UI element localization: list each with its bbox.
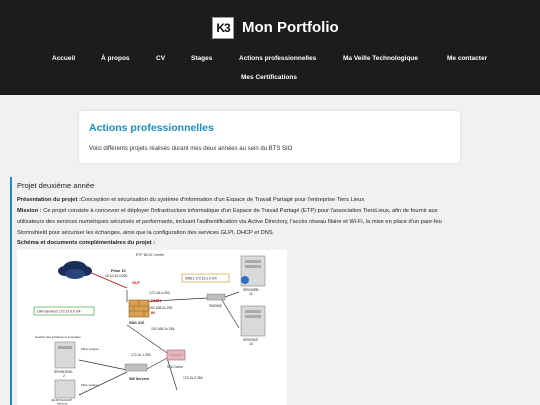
presentation-label: Présentation du projet : <box>17 197 81 203</box>
intro-title: Actions professionnelles <box>89 122 214 134</box>
mission-text-3: Stormshield pour sécuriser les échanges,… <box>17 230 275 236</box>
out-label: OUT <box>132 281 141 285</box>
sw1-ip: 192.168.2x.254 <box>151 327 174 331</box>
nav-cv[interactable]: CV <box>156 55 165 62</box>
lan-box-label: LAN Serveurs 172.2x.0.0 /24 <box>37 310 81 314</box>
site-brand[interactable]: Mon Portfolio <box>242 19 339 36</box>
sw-servers-switch-icon <box>124 363 148 372</box>
presentation-text: Conception et sécurisation du système d'… <box>80 197 365 203</box>
srvad-server-icon <box>54 379 76 399</box>
nav-a-propos[interactable]: À propos <box>101 55 130 62</box>
mission-label: Mission : <box>17 208 42 214</box>
fibre2-label: Fibre optique <box>81 383 99 387</box>
srvad-id: Serveur <box>57 402 68 405</box>
firewall-icon <box>128 299 150 318</box>
srvweb-id: 11 <box>249 292 253 296</box>
srvhdesk-id: 2 <box>63 374 65 378</box>
swdmz-label: SWDMZ <box>209 304 222 308</box>
site-logo[interactable]: K3 <box>212 17 234 39</box>
srvweb-server-icon <box>240 255 266 287</box>
sw-servers-label: SW Servers <box>129 377 149 381</box>
fw-label: SNS 310 <box>129 321 144 325</box>
nav-veille-technologique[interactable]: Ma Veille Technologique <box>343 55 418 62</box>
nav-accueil[interactable]: Accueil <box>52 55 75 62</box>
project-mission: Mission : Ce projet consiste à concevoir… <box>17 208 438 214</box>
nav-me-contacter[interactable]: Me contacter <box>447 55 487 62</box>
sw-coeur-router-icon <box>166 349 186 361</box>
project-title: Projet deuxième année <box>17 181 95 190</box>
nav-stages[interactable]: Stages <box>191 55 212 62</box>
site-header: K3 Mon Portfolio Accueil À propos CV Sta… <box>0 0 540 95</box>
dmz-box-label: DMZ1 172.16.x.0 /24 <box>185 277 217 281</box>
project-section: Projet deuxième année Présentation du pr… <box>10 177 540 405</box>
nav-actions-professionnelles[interactable]: Actions professionnelles <box>239 55 316 62</box>
fibre1-label: Fibre optique <box>81 347 99 351</box>
intro-text: Voici différents projets réalisés durant… <box>89 146 293 152</box>
mission-text-2: utilisateurs des services numériques séc… <box>17 219 442 225</box>
intro-card: Actions professionnelles Voici différent… <box>79 111 460 163</box>
prise-ip: 10.10.10.x/260 <box>105 274 128 278</box>
in-label: IN <box>151 311 155 315</box>
dmz-label: DMZ1 <box>151 299 161 303</box>
gestion-label: Gestion des incidents et inventaire <box>35 335 81 339</box>
prise-label: Prise 10 <box>111 269 126 273</box>
project-presentation: Présentation du projet :Conception et sé… <box>17 197 364 203</box>
internet-cloud-icon <box>58 261 92 279</box>
mission-text-1: Ce projet consiste à concevoir et déploy… <box>41 208 438 214</box>
srvdns-id: 13 <box>249 342 253 346</box>
nav-mes-certifications[interactable]: Mes Certifications <box>241 74 297 81</box>
network-diagram[interactable]: ETP NICE Centre Prise 10 10.10.10.x/260 … <box>17 250 287 405</box>
sw-coeur-label: SW-Coeur <box>167 365 184 369</box>
sw3-ip: 172.2x.2.254 <box>183 376 203 380</box>
swdmz-switch-icon <box>206 293 226 301</box>
diagram-title: ETP NICE Centre <box>136 253 164 257</box>
fw-dmz-ip: 192.168.2x.253 <box>149 306 172 310</box>
schema-label: Schéma et documents complémentaires du p… <box>17 240 156 246</box>
fw-out-ip: 172.16.x.253 <box>149 291 170 295</box>
srvhdesk-server-icon <box>54 341 76 369</box>
srvdns-server-icon <box>240 305 266 337</box>
sw2-ip: 172.2x.1.254 <box>131 353 151 357</box>
